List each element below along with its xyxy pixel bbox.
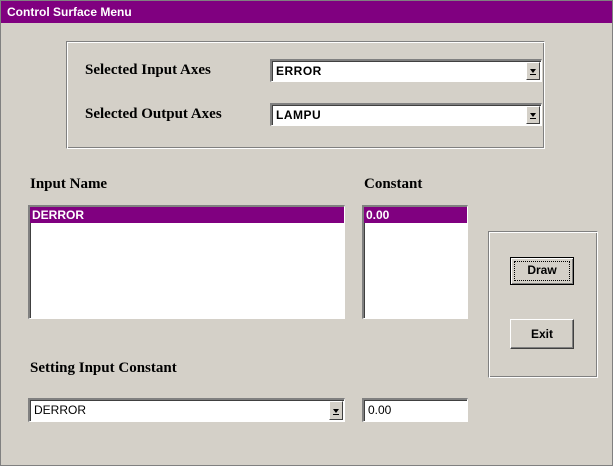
- draw-button-label: Draw: [527, 263, 557, 277]
- chevron-down-icon: [530, 113, 536, 117]
- constant-value-text: 0.00: [368, 403, 392, 417]
- control-surface-window: Control Surface Menu Selected Input Axes…: [0, 0, 613, 466]
- axes-groupbox: [66, 41, 545, 149]
- exit-button-label: Exit: [530, 327, 553, 341]
- input-axes-value: ERROR: [276, 64, 322, 78]
- selected-output-axes-label: Selected Output Axes: [85, 106, 222, 122]
- input-name-listbox[interactable]: DERROR: [28, 205, 345, 319]
- output-axes-combobox[interactable]: LAMPU: [270, 103, 542, 126]
- output-axes-value: LAMPU: [276, 108, 322, 122]
- constant-header: Constant: [364, 176, 423, 192]
- draw-button[interactable]: Draw: [510, 257, 574, 285]
- setting-input-combobox[interactable]: DERROR: [28, 398, 345, 422]
- constant-listbox[interactable]: 0.00: [362, 205, 468, 319]
- setting-input-constant-label: Setting Input Constant: [30, 360, 177, 376]
- chevron-down-icon: [530, 69, 536, 73]
- chevron-down-icon: [333, 408, 339, 413]
- actions-groupbox: [488, 231, 598, 378]
- input-axes-combobox[interactable]: ERROR: [270, 59, 542, 82]
- list-item[interactable]: 0.00: [364, 207, 467, 223]
- list-item[interactable]: DERROR: [30, 207, 344, 223]
- window-title: Control Surface Menu: [1, 1, 612, 23]
- selected-input-axes-label: Selected Input Axes: [85, 62, 211, 78]
- constant-value-input[interactable]: 0.00: [362, 398, 468, 422]
- setting-input-value: DERROR: [34, 403, 87, 417]
- setting-input-dropdown-button[interactable]: [329, 401, 343, 420]
- input-name-header: Input Name: [30, 176, 108, 192]
- output-axes-dropdown-button[interactable]: [526, 106, 540, 124]
- exit-button[interactable]: Exit: [510, 319, 574, 349]
- input-axes-dropdown-button[interactable]: [526, 62, 540, 80]
